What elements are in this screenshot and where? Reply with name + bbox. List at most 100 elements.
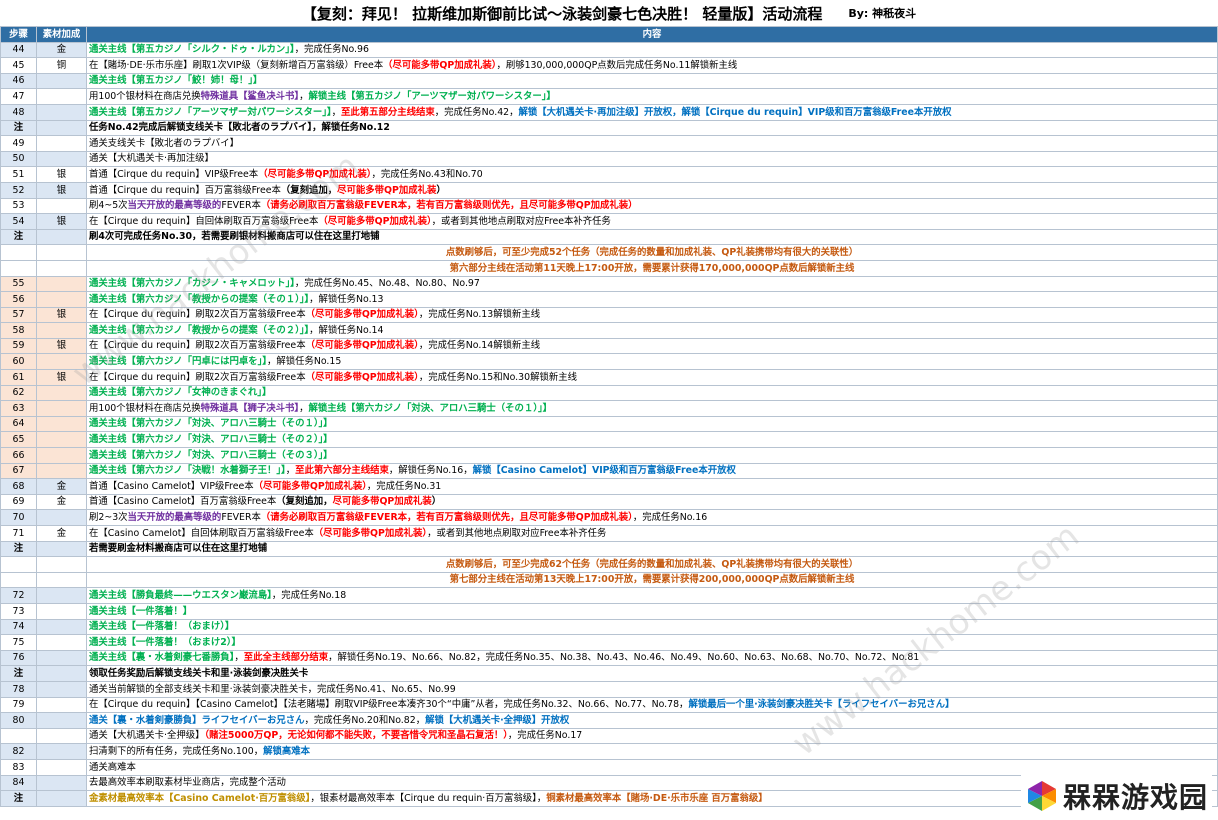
content-segment: 解锁高难本 bbox=[263, 745, 310, 757]
note-row: 注 任务No.42完成后解锁支线关卡【敗北者のラプバイ】，解锁任务No.12 bbox=[0, 119, 1218, 137]
content-cell: 通关主线【裏・水着剣豪七番勝負】，至此全主线部分结束，解锁任务No.19、No.… bbox=[86, 649, 1218, 667]
table-row: 83 通关高难本 bbox=[0, 758, 1218, 776]
step-cell: 注 bbox=[0, 119, 37, 137]
content-cell: 在【Cirque du requin】刷取2次百万富翁级Free本（尽可能多带Q… bbox=[86, 306, 1218, 324]
summary-text: 第六部分主线在活动第11天晚上17:00开放，需要累计获得170,000,000… bbox=[86, 259, 1218, 277]
bonus-cell: 银 bbox=[36, 306, 87, 324]
bonus-cell: 银 bbox=[36, 369, 87, 386]
table-row: 81 （高危） 通关【大机遇关卡·全押级】（赌注5000万QP，无论如何都不能失败，… bbox=[0, 727, 1218, 745]
title-bar: 【复刻：拜见！ 拉斯维加斯御前比试～泳装剑豪七色决胜！ 轻量版】活动流程 By:… bbox=[0, 0, 1218, 26]
bonus-cell bbox=[36, 119, 87, 137]
content-segment: ，完成任务No.17 bbox=[507, 730, 583, 742]
bonus-cell bbox=[36, 649, 87, 667]
step-cell: 80 bbox=[0, 712, 37, 729]
content-segment: ，解锁任务No.13 bbox=[309, 293, 384, 305]
step-cell: 55 bbox=[0, 275, 37, 293]
content-cell: 扫清剩下的所有任务，完成任务No.100，解锁高难本 bbox=[86, 743, 1218, 760]
content-segment: ，或者到其他地点刷取对应Free本补齐任务 bbox=[427, 527, 607, 539]
bonus-cell bbox=[36, 384, 87, 402]
step-cell: 74 bbox=[0, 618, 37, 636]
step-cell: 76 bbox=[0, 649, 37, 667]
step-cell: 51 bbox=[0, 166, 37, 183]
content-segment: 通关主线【第六カジノ「対決、アロハ三騎士（その１）」】 bbox=[89, 418, 333, 430]
bonus-cell bbox=[36, 634, 87, 651]
content-segment: 通关主线【第六カジノ「教授からの提案（その２）」】 bbox=[89, 324, 310, 336]
content-segment: ，完成任务No.13解锁新主线 bbox=[418, 309, 541, 321]
content-segment: 在【Cirque du requin】自回体刷取百万富翁级Free本 bbox=[89, 215, 319, 227]
content-segment: 在【賭场·DE·乐市乐座】刷取1次VIP级（复刻新增百万富翁级）Free本 bbox=[89, 59, 384, 71]
content-segment: 尽可能多带QP加成礼装 bbox=[337, 184, 437, 196]
step-cell: 68 bbox=[0, 478, 37, 495]
content-segment: 当天开放的最高等级的 bbox=[127, 200, 222, 212]
step-cell: 注 bbox=[0, 790, 37, 807]
content-segment: 领取任务奖励后解锁支线关卡和里·泳装剑豪决胜关卡 bbox=[89, 667, 309, 679]
table-row: 51 银首通【Cirque du requin】VIP级Free本（尽可能多带QP… bbox=[0, 166, 1218, 183]
content-segment: 通关主线【第六カジノ「対決、アロハ三騎士（その２）」】 bbox=[89, 434, 333, 446]
summary-row: 点数刷够后，可至少完成62个任务（完成任务的数量和加成礼装、QP礼装携带均有很大… bbox=[0, 556, 1218, 573]
table-row: 50 通关【大机遇关卡·再加注级】 bbox=[0, 150, 1218, 168]
step-cell: 注 bbox=[0, 665, 37, 682]
content-segment: 解锁【Casino Camelot】VIP级和百万富翁级Free本开放权 bbox=[472, 465, 736, 477]
bonus-cell bbox=[36, 431, 87, 449]
content-cell: 通关主线【勝負最終——ウエスタン巌流島】，完成任务No.18 bbox=[86, 587, 1218, 604]
content-segment: 通关高难本 bbox=[89, 761, 136, 773]
blank-cell bbox=[36, 556, 87, 573]
content-segment: ，完成任务No.15和No.30解锁新主线 bbox=[418, 371, 577, 383]
content-cell: 通关当前解锁的全部支线关卡和里·泳装剑豪决胜关卡，完成任务No.41、No.65… bbox=[86, 680, 1218, 698]
table-row: 58 通关主线【第六カジノ「教授からの提案（その２）」】，解锁任务No.14 bbox=[0, 322, 1218, 339]
bonus-cell bbox=[36, 743, 87, 760]
bonus-cell bbox=[36, 696, 87, 714]
bonus-cell: 铜 bbox=[36, 57, 87, 74]
content-segment: （尽可能多带QP加成礼装） bbox=[253, 480, 367, 492]
content-segment: ，解锁任务No.14 bbox=[309, 324, 384, 336]
step-cell: 52 bbox=[0, 181, 37, 199]
content-segment: 通关支线关卡【敗北者のラプバイ】 bbox=[89, 137, 240, 149]
table-body: 44 金通关主线【第五カジノ「シルク・ドゥ・ルカン」】，完成任务No.96 45 铜在… bbox=[0, 41, 1218, 807]
table-row: 76 通关主线【裏・水着剣豪七番勝負】，至此全主线部分结束，解锁任务No.19、N… bbox=[0, 649, 1218, 667]
step-cell: 53 bbox=[0, 197, 37, 215]
content-segment: 首通【Cirque du requin】百万富翁级Free本 bbox=[89, 184, 281, 196]
step-cell: 58 bbox=[0, 322, 37, 339]
content-segment: ，完成任务No.43和No.70 bbox=[371, 168, 483, 180]
step-cell: 56 bbox=[0, 291, 37, 308]
content-segment: 刷4次可完成任务No.30，若需要刷银材料搬商店可以住在这里打地铺 bbox=[89, 231, 380, 243]
content-segment: ，解锁任务No.15 bbox=[266, 356, 342, 368]
step-cell: 注 bbox=[0, 228, 37, 246]
content-cell: 在【賭场·DE·乐市乐座】刷取1次VIP级（复刻新增百万富翁级）Free本（尽可… bbox=[86, 57, 1218, 74]
step-cell: 70 bbox=[0, 509, 37, 526]
bonus-cell bbox=[36, 135, 87, 152]
step-cell: 83 bbox=[0, 758, 37, 776]
step-cell: 48 bbox=[0, 103, 37, 121]
content-segment: 解锁【大机遇关卡·再加注级】开放权，解锁【Cirque du requin】VI… bbox=[518, 106, 952, 118]
bonus-cell bbox=[36, 540, 87, 558]
bonus-cell bbox=[36, 275, 87, 293]
step-cell: 54 bbox=[0, 213, 37, 230]
bonus-cell bbox=[36, 415, 87, 433]
bonus-cell bbox=[36, 228, 87, 246]
bonus-cell bbox=[36, 790, 87, 807]
table-row: 45 铜在【賭场·DE·乐市乐座】刷取1次VIP级（复刻新增百万富翁级）Free本… bbox=[0, 57, 1218, 74]
table-row: 56 通关主线【第六カジノ「教授からの提案（その１）」】，解锁任务No.13 bbox=[0, 291, 1218, 308]
table-row: 61 银在【Cirque du requin】刷取2次百万富翁级Free本（尽可能… bbox=[0, 369, 1218, 386]
content-segment: （尽可能多带QP加成礼装） bbox=[383, 59, 497, 71]
bonus-cell: 银 bbox=[36, 337, 87, 355]
step-cell: 44 bbox=[0, 41, 37, 59]
step-cell: 62 bbox=[0, 384, 37, 402]
content-cell: 通关【裏・水着剣豪勝負】ライフセイバーお兄さん，完成任务No.20和No.82，… bbox=[86, 712, 1218, 729]
content-cell: 通关【大机遇关卡·全押级】（赌注5000万QP，无论如何都不能失败，不要吝惜令咒… bbox=[86, 727, 1218, 745]
bonus-cell: 银 bbox=[36, 213, 87, 230]
content-segment: 用100个银材料在商店兑换 bbox=[89, 402, 201, 414]
step-cell: 63 bbox=[0, 400, 37, 417]
content-segment: ， bbox=[331, 106, 342, 118]
content-segment: 扫清剩下的所有任务，完成任务No.100， bbox=[89, 745, 264, 757]
content-segment: 首通【Cirque du requin】VIP级Free本 bbox=[89, 168, 259, 180]
content-cell: 在【Cirque du requin】【Casino Camelot】【法老賭場… bbox=[86, 696, 1218, 714]
table-row: 66 通关主线【第六カジノ「対決、アロハ三騎士（その３）」】 bbox=[0, 447, 1218, 464]
content-segment: 首通【Casino Camelot】百万富翁级Free本 bbox=[89, 496, 277, 508]
content-segment: ，解锁任务No.19、No.66、No.82，完成任务No.35、No.38、N… bbox=[328, 652, 920, 664]
content-segment: ， bbox=[285, 465, 296, 477]
step-cell: 50 bbox=[0, 150, 37, 168]
content-segment: 通关主线【第六カジノ「円卓には円卓を」】 bbox=[89, 356, 267, 368]
header-bonus: 素材加成 bbox=[36, 26, 87, 43]
table-row: 63 用100个银材料在商店兑换特殊道具【狮子决斗书】，解锁主线【第六カジノ「対決… bbox=[0, 400, 1218, 417]
